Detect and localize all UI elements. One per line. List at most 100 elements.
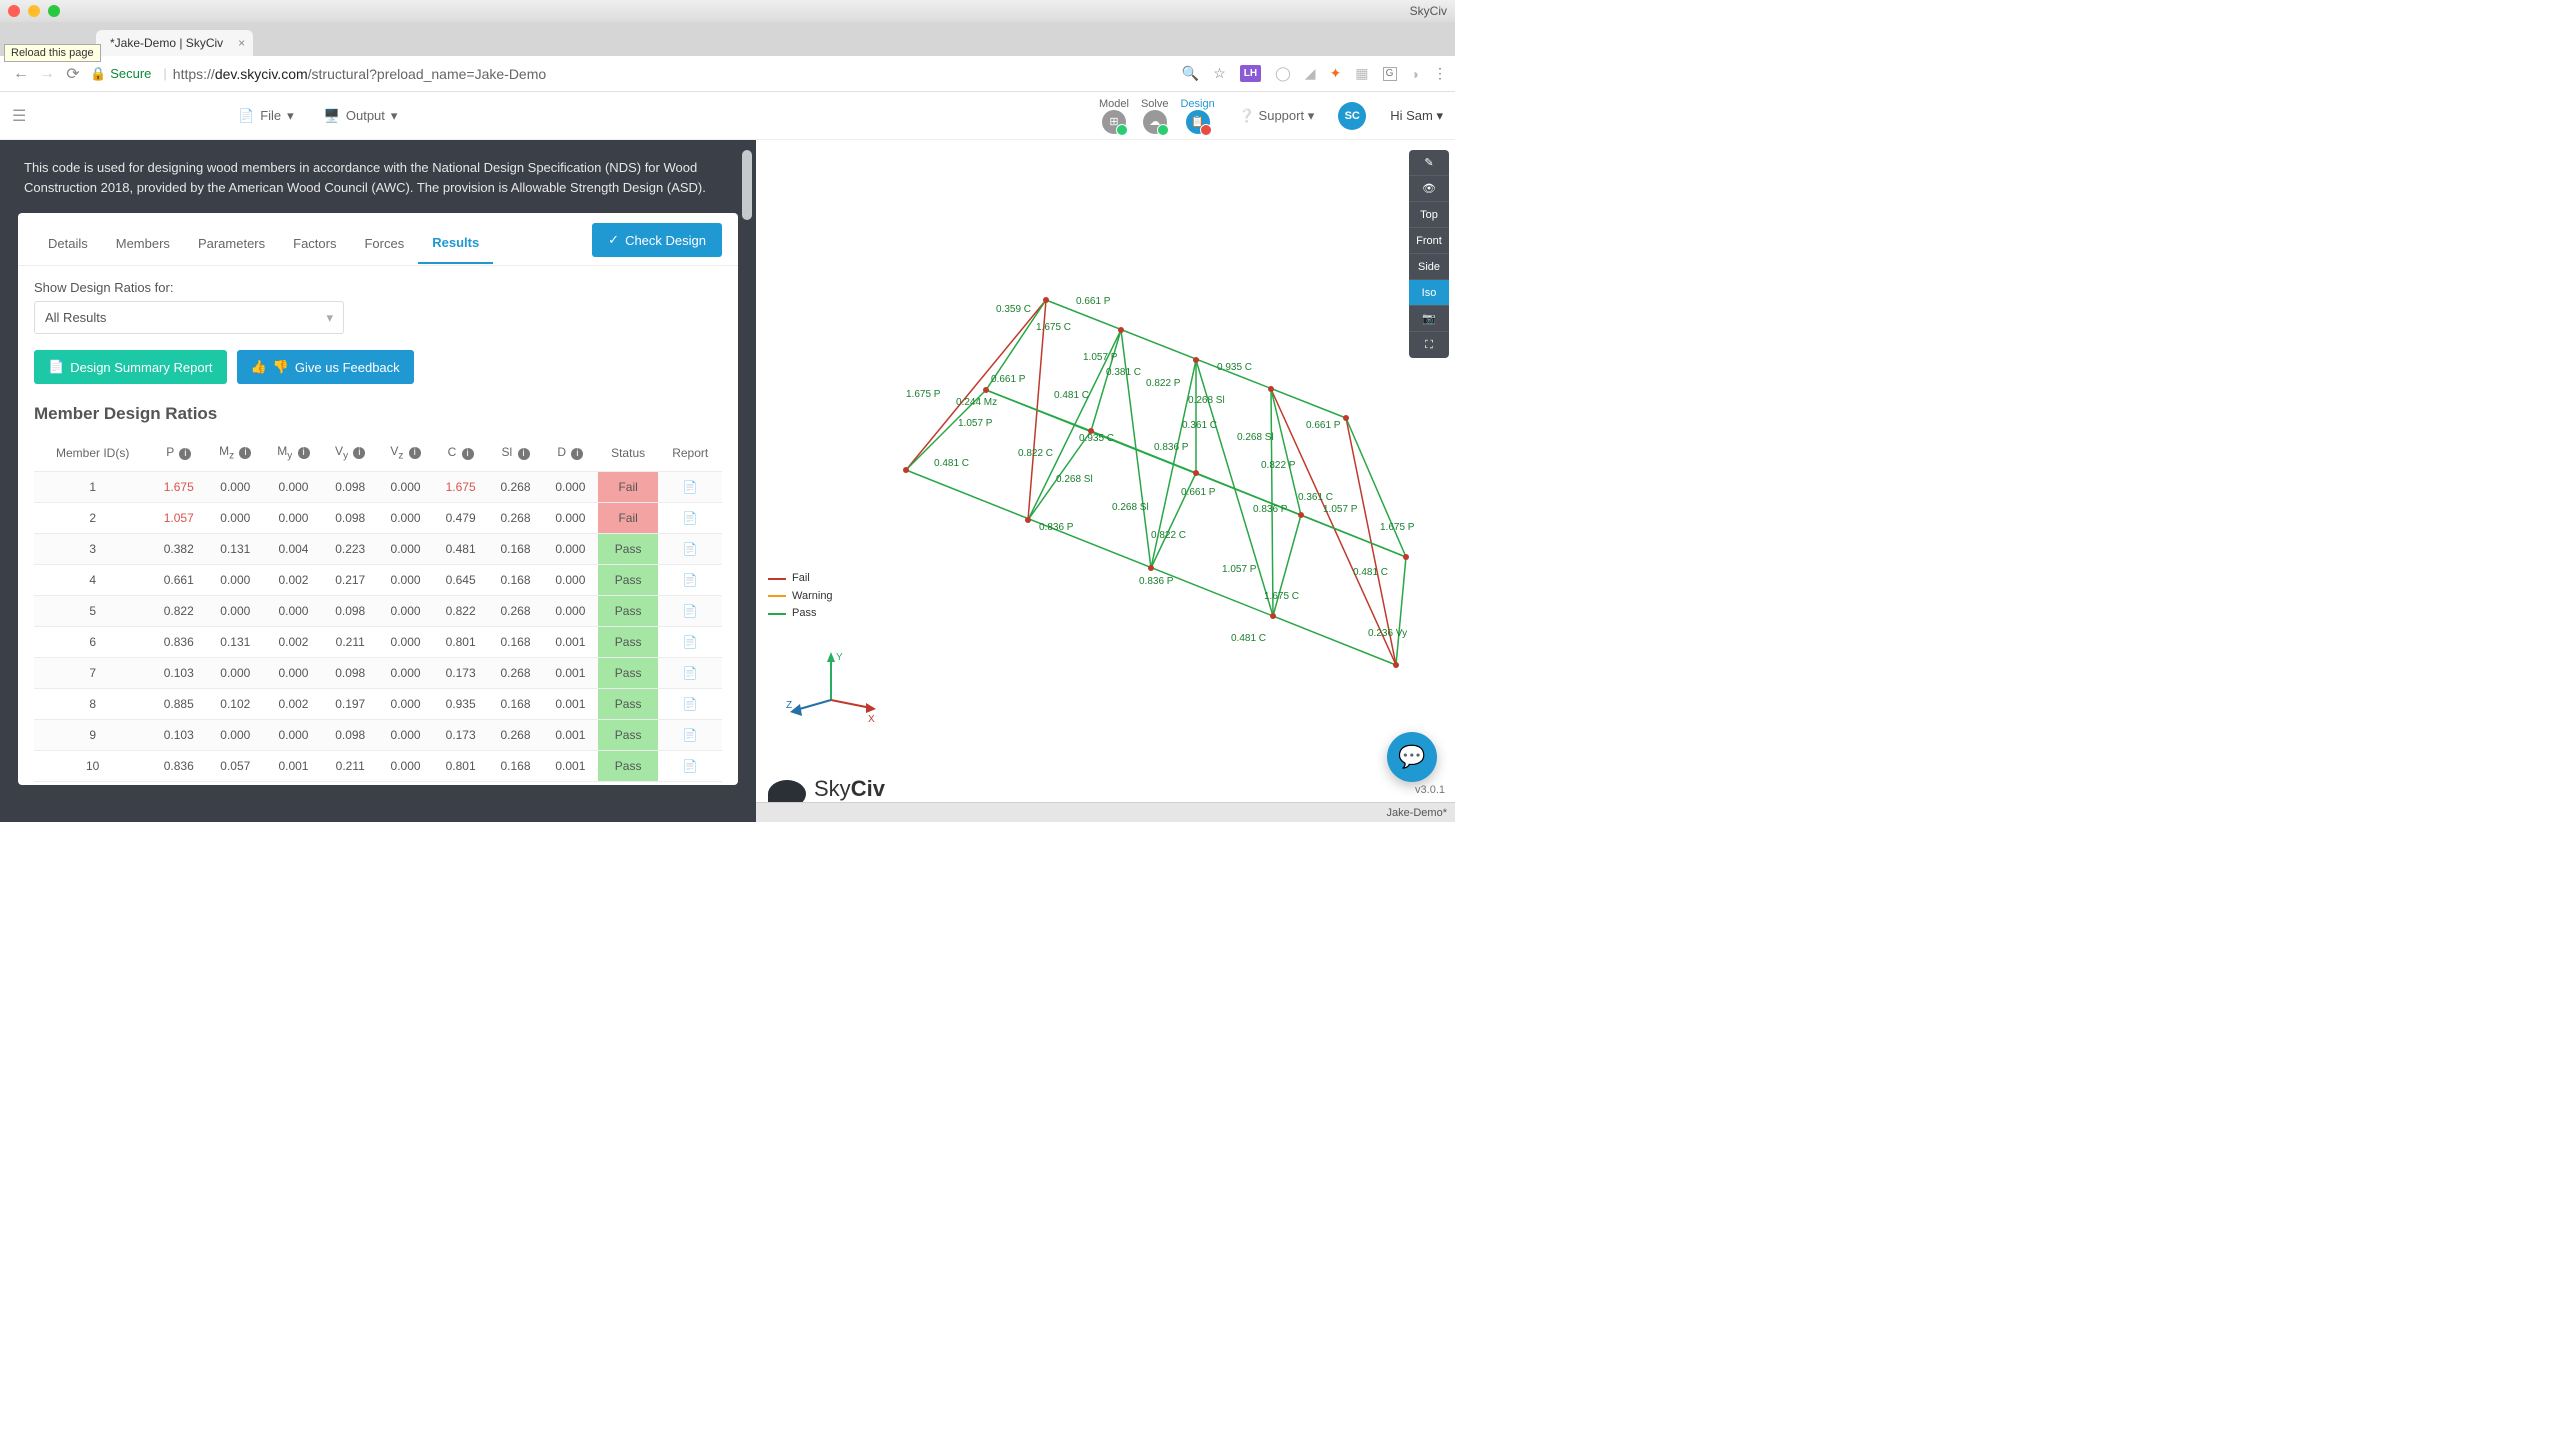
chrome-menu-icon[interactable]: ⋮ bbox=[1433, 65, 1447, 82]
mode-design[interactable]: Design📋 bbox=[1180, 98, 1214, 134]
avatar[interactable]: SC bbox=[1338, 102, 1366, 130]
info-icon[interactable]: i bbox=[353, 447, 365, 459]
view-front[interactable]: Front bbox=[1409, 228, 1449, 254]
chat-bubble[interactable]: 💬 bbox=[1387, 732, 1437, 782]
status-cell: Pass bbox=[598, 596, 659, 627]
ratio-annotation: 0.481 C bbox=[934, 458, 969, 469]
screenshot-tool[interactable]: 📷 bbox=[1409, 306, 1449, 332]
pencil-tool[interactable]: ✎ bbox=[1409, 150, 1449, 176]
results-filter-select[interactable]: All Results bbox=[34, 301, 344, 334]
search-in-page-icon[interactable]: 🔍 bbox=[1182, 65, 1199, 82]
status-cell: Fail bbox=[598, 503, 659, 534]
tab-parameters[interactable]: Parameters bbox=[184, 226, 279, 263]
extension-lh[interactable]: LH bbox=[1240, 65, 1261, 82]
menu-output[interactable]: 🖥️Output▾ bbox=[324, 108, 398, 124]
menu-file[interactable]: 📄File▾ bbox=[238, 108, 294, 124]
report-icon[interactable]: 📄 bbox=[658, 503, 722, 534]
info-icon[interactable]: i bbox=[462, 448, 474, 460]
user-menu[interactable]: Hi Sam ▾ bbox=[1390, 108, 1443, 124]
ratio-annotation: 0.481 C bbox=[1054, 390, 1089, 401]
support-menu[interactable]: ❔ Support ▾ bbox=[1239, 108, 1315, 124]
ratio-annotation: 0.359 C bbox=[996, 304, 1031, 315]
fullscreen-tool[interactable]: ⛶ bbox=[1409, 332, 1449, 358]
svg-text:Y: Y bbox=[836, 652, 843, 663]
report-icon[interactable]: 📄 bbox=[658, 472, 722, 503]
tab-results[interactable]: Results bbox=[418, 225, 493, 264]
tab-details[interactable]: Details bbox=[34, 226, 102, 263]
info-icon[interactable]: i bbox=[518, 448, 530, 460]
hamburger-menu[interactable]: ☰ bbox=[12, 106, 38, 126]
report-icon[interactable]: 📄 bbox=[658, 534, 722, 565]
table-row[interactable]: 70.1030.0000.0000.0980.0000.1730.2680.00… bbox=[34, 658, 722, 689]
th-status: Status bbox=[598, 434, 659, 472]
report-icon[interactable]: 📄 bbox=[658, 658, 722, 689]
table-row[interactable]: 50.8220.0000.0000.0980.0000.8220.2680.00… bbox=[34, 596, 722, 627]
reload-button[interactable]: ⟳ bbox=[60, 64, 86, 84]
view-iso[interactable]: Iso bbox=[1409, 280, 1449, 306]
mac-close[interactable] bbox=[8, 5, 20, 17]
scrollbar[interactable] bbox=[742, 150, 752, 220]
extension-icon[interactable]: ◢ bbox=[1305, 65, 1316, 82]
table-row[interactable]: 60.8360.1310.0020.2110.0000.8010.1680.00… bbox=[34, 627, 722, 658]
ratio-annotation: 0.236 Vy bbox=[1368, 628, 1407, 639]
forward-button[interactable]: → bbox=[34, 65, 60, 83]
info-icon[interactable]: i bbox=[409, 447, 421, 459]
ratio-annotation: 0.268 Sl bbox=[1056, 474, 1093, 485]
close-icon[interactable]: × bbox=[238, 36, 245, 50]
app-toolbar: ☰ 📄File▾ 🖥️Output▾ Model⊞ Solve☁ Design📋… bbox=[0, 92, 1455, 140]
extension-icon[interactable]: ◯ bbox=[1275, 65, 1291, 82]
ratio-annotation: 0.836 P bbox=[1154, 442, 1189, 453]
info-icon[interactable]: i bbox=[179, 448, 191, 460]
report-icon[interactable]: 📄 bbox=[658, 689, 722, 720]
info-icon[interactable]: i bbox=[239, 447, 251, 459]
info-icon[interactable]: i bbox=[298, 447, 310, 459]
table-row[interactable]: 21.0570.0000.0000.0980.0000.4790.2680.00… bbox=[34, 503, 722, 534]
table-row[interactable]: 80.8850.1020.0020.1970.0000.9350.1680.00… bbox=[34, 689, 722, 720]
ratio-annotation: 0.361 C bbox=[1298, 492, 1333, 503]
table-row[interactable]: 100.8360.0570.0010.2110.0000.8010.1680.0… bbox=[34, 751, 722, 782]
report-icon[interactable]: 📄 bbox=[658, 751, 722, 782]
check-icon: ✓ bbox=[608, 232, 619, 248]
feedback-button[interactable]: 👍👎Give us Feedback bbox=[237, 350, 414, 384]
status-bar: Jake-Demo* bbox=[756, 802, 1455, 822]
tab-members[interactable]: Members bbox=[102, 226, 184, 263]
visibility-tool[interactable]: 👁 bbox=[1409, 176, 1449, 202]
table-row[interactable]: 90.1030.0000.0000.0980.0000.1730.2680.00… bbox=[34, 720, 722, 751]
report-icon[interactable]: 📄 bbox=[658, 565, 722, 596]
profile-icon[interactable]: ◑ bbox=[1411, 66, 1419, 82]
bookmark-star-icon[interactable]: ☆ bbox=[1213, 65, 1226, 82]
report-icon[interactable]: 📄 bbox=[658, 627, 722, 658]
extension-icon[interactable]: G bbox=[1383, 67, 1397, 81]
check-design-button[interactable]: ✓Check Design bbox=[592, 223, 722, 257]
table-row[interactable]: 40.6610.0000.0020.2170.0000.6450.1680.00… bbox=[34, 565, 722, 596]
ratio-annotation: 0.381 C bbox=[1106, 367, 1141, 378]
extension-icon[interactable]: ✦ bbox=[1330, 65, 1342, 82]
url-field[interactable]: https://dev.skyciv.com/structural?preloa… bbox=[173, 66, 1182, 82]
back-button[interactable]: ← bbox=[8, 65, 34, 83]
help-icon: ❔ bbox=[1239, 108, 1255, 123]
info-icon[interactable]: i bbox=[571, 448, 583, 460]
tab-forces[interactable]: Forces bbox=[350, 226, 418, 263]
th-vy: Vy i bbox=[323, 434, 378, 472]
ratio-annotation: 0.836 P bbox=[1253, 504, 1288, 515]
design-summary-button[interactable]: 📄Design Summary Report bbox=[34, 350, 227, 384]
ratio-annotation: 1.057 P bbox=[1222, 564, 1257, 575]
ratio-annotation: 1.675 C bbox=[1264, 591, 1299, 602]
view-top[interactable]: Top bbox=[1409, 202, 1449, 228]
extension-icon[interactable]: ▦ bbox=[1355, 65, 1368, 82]
report-icon[interactable]: 📄 bbox=[658, 720, 722, 751]
mac-minimize[interactable] bbox=[28, 5, 40, 17]
report-icon[interactable]: 📄 bbox=[658, 596, 722, 627]
status-cell: Pass bbox=[598, 720, 659, 751]
thumbs-up-icon: 👍 bbox=[251, 359, 267, 375]
ratio-annotation: 0.268 Sl bbox=[1188, 395, 1225, 406]
mode-solve[interactable]: Solve☁ bbox=[1141, 98, 1169, 134]
view-side[interactable]: Side bbox=[1409, 254, 1449, 280]
table-row[interactable]: 11.6750.0000.0000.0980.0001.6750.2680.00… bbox=[34, 472, 722, 503]
model-viewport[interactable]: 0.359 C0.661 P1.675 C1.057 P0.381 C0.822… bbox=[756, 140, 1455, 822]
mode-model[interactable]: Model⊞ bbox=[1099, 98, 1129, 134]
mac-zoom[interactable] bbox=[48, 5, 60, 17]
tab-factors[interactable]: Factors bbox=[279, 226, 350, 263]
table-row[interactable]: 30.3820.1310.0040.2230.0000.4810.1680.00… bbox=[34, 534, 722, 565]
browser-tab[interactable]: *Jake-Demo | SkyCiv × bbox=[96, 30, 253, 56]
